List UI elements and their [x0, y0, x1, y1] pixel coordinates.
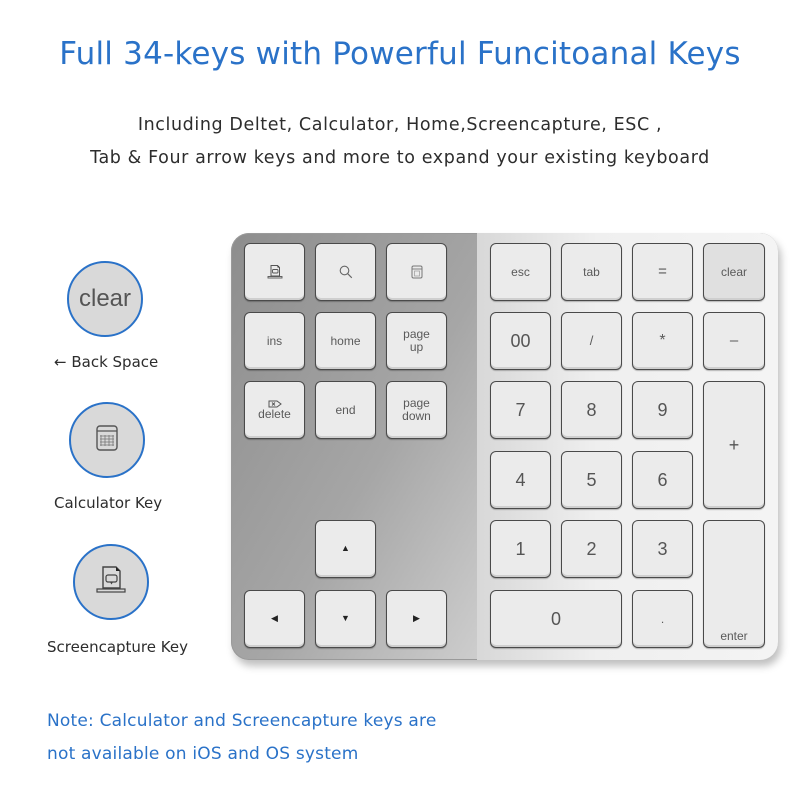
key-ins[interactable]: ins: [244, 312, 305, 370]
key-label: 1: [515, 538, 526, 559]
feature-label-backspace: ← Back Space: [54, 353, 159, 371]
key-minus[interactable]: –: [703, 312, 765, 370]
clear-key-badge: clear: [67, 261, 143, 337]
calculator-icon: [411, 265, 423, 279]
key-label: =: [658, 263, 667, 281]
key-5[interactable]: 5: [561, 451, 622, 509]
screencapture-key-badge: [73, 544, 149, 620]
key-arrow-up[interactable]: ▲: [315, 520, 376, 578]
search-icon: [339, 265, 353, 279]
key-label: 4: [515, 469, 526, 490]
key-4[interactable]: 4: [490, 451, 551, 509]
key-plus[interactable]: +: [703, 381, 765, 509]
key-label-line2: up: [409, 340, 424, 354]
key-label: 2: [586, 538, 597, 559]
key-8[interactable]: 8: [561, 381, 622, 439]
key-esc[interactable]: esc: [490, 243, 551, 301]
key-label: 7: [515, 399, 526, 420]
key-1[interactable]: 1: [490, 520, 551, 578]
key-label: .: [660, 611, 665, 626]
key-label: 6: [657, 469, 668, 490]
calculator-icon: [95, 424, 119, 456]
arrow-right-icon: ▶: [413, 613, 420, 624]
numeric-keypad: ins home page up delete end page down ▲ …: [231, 233, 778, 660]
arrow-down-icon: ▼: [341, 613, 350, 624]
key-label: 00: [510, 330, 531, 351]
key-0[interactable]: 0: [490, 590, 622, 648]
arrow-up-icon: ▲: [341, 543, 350, 554]
key-divide[interactable]: /: [561, 312, 622, 370]
key-label: 5: [586, 469, 597, 490]
subtitle-line-2: Tab & Four arrow keys and more to expand…: [90, 148, 710, 168]
key-label: clear: [720, 264, 747, 279]
key-home[interactable]: home: [315, 312, 376, 370]
key-clear[interactable]: clear: [703, 243, 765, 301]
key-equals[interactable]: =: [632, 243, 693, 301]
key-delete[interactable]: delete: [244, 381, 305, 439]
key-label-line2: down: [402, 409, 431, 423]
key-label: –: [729, 332, 739, 350]
key-arrow-right[interactable]: ▶: [386, 590, 447, 648]
page-title: Full 34-keys with Powerful Funcitoanal K…: [59, 36, 741, 72]
key-double-zero[interactable]: 00: [490, 312, 551, 370]
key-label: tab: [583, 264, 600, 279]
key-6[interactable]: 6: [632, 451, 693, 509]
key-arrow-left[interactable]: ◀: [244, 590, 305, 648]
note-line-1: Note: Calculator and Screencapture keys …: [47, 711, 437, 731]
key-page-down[interactable]: page down: [386, 381, 447, 439]
key-enter[interactable]: enter: [703, 520, 765, 648]
key-end[interactable]: end: [315, 381, 376, 439]
key-screencapture[interactable]: [244, 243, 305, 301]
key-tab[interactable]: tab: [561, 243, 622, 301]
key-multiply[interactable]: *: [632, 312, 693, 370]
note-line-2: not available on iOS and OS system: [47, 744, 359, 764]
key-label: ins: [266, 333, 283, 348]
key-label: end: [335, 402, 356, 417]
key-3[interactable]: 3: [632, 520, 693, 578]
key-9[interactable]: 9: [632, 381, 693, 439]
key-label: esc: [511, 264, 530, 279]
subtitle-line-1: Including Deltet, Calculator, Home,Scree…: [137, 115, 663, 135]
key-decimal[interactable]: .: [632, 590, 693, 648]
key-label: delete: [258, 406, 291, 421]
key-label: enter: [720, 629, 748, 644]
clear-key-text: clear: [78, 285, 132, 312]
key-label: 0: [550, 608, 561, 629]
key-label: 3: [657, 538, 668, 559]
key-label: *: [659, 331, 666, 349]
screencapture-icon: [266, 264, 284, 280]
key-arrow-down[interactable]: ▼: [315, 590, 376, 648]
key-search[interactable]: [315, 243, 376, 301]
key-label: +: [728, 434, 740, 455]
key-page-up[interactable]: page up: [386, 312, 447, 370]
key-7[interactable]: 7: [490, 381, 551, 439]
calculator-key-badge: [69, 402, 145, 478]
screencapture-icon: [94, 564, 128, 600]
key-label: 8: [586, 399, 597, 420]
key-calculator[interactable]: [386, 243, 447, 301]
feature-label-calculator: Calculator Key: [54, 494, 163, 512]
arrow-left-icon: ◀: [271, 613, 278, 624]
feature-label-screencapture: Screencapture Key: [47, 638, 188, 656]
key-label: /: [589, 333, 594, 349]
key-label: 9: [657, 399, 668, 420]
key-label: home: [330, 333, 361, 348]
key-2[interactable]: 2: [561, 520, 622, 578]
